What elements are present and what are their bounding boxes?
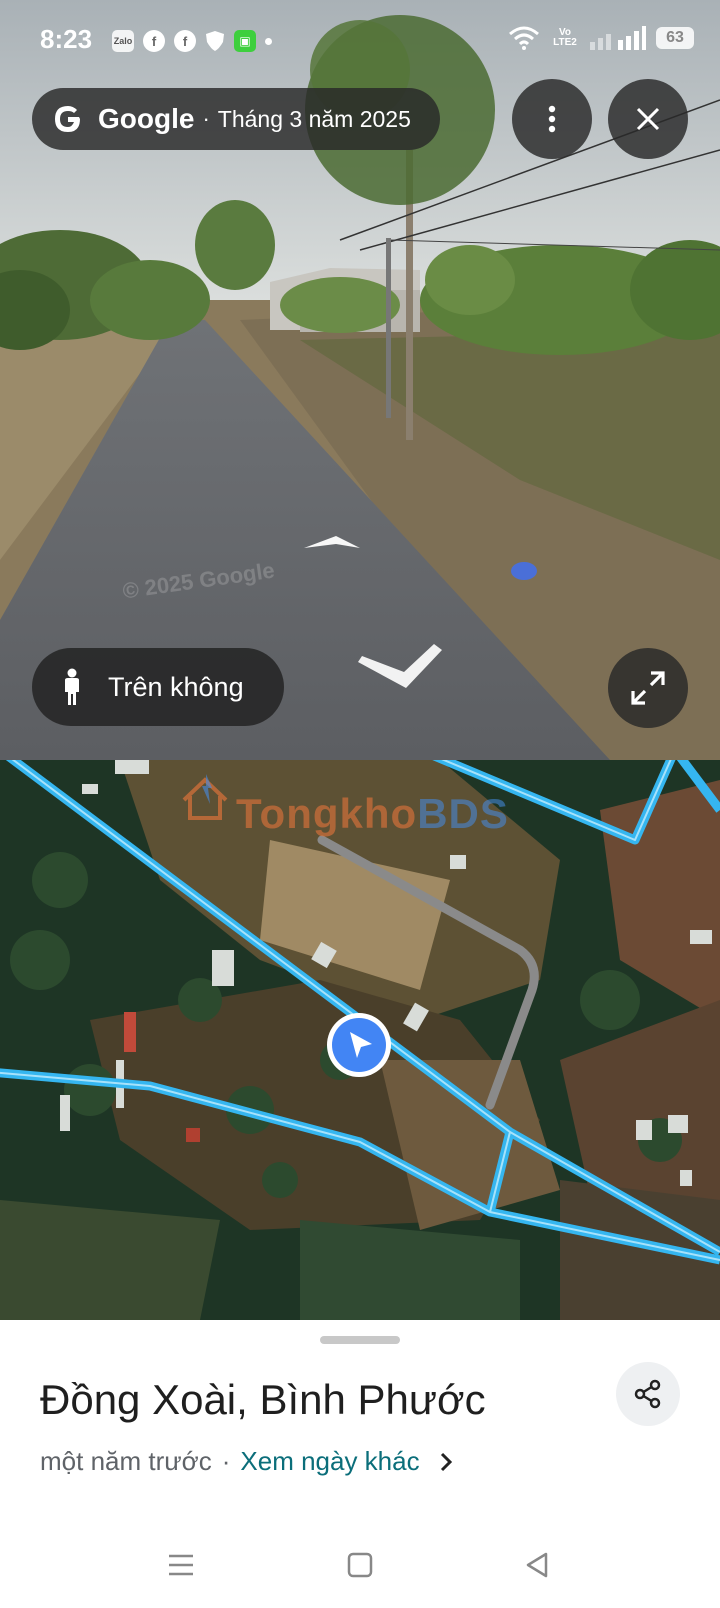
notification-icons: Zalo f f ▣ — [112, 30, 272, 52]
close-icon — [636, 107, 660, 131]
aerial-view-button[interactable]: Trên không — [32, 648, 284, 726]
capture-age: một năm trước — [40, 1446, 212, 1476]
status-time: 8:23 — [40, 24, 93, 54]
more-vert-icon — [548, 105, 556, 133]
gift-icon: ▣ — [234, 30, 256, 52]
close-button[interactable] — [608, 79, 688, 159]
system-navigation-bar — [0, 1540, 720, 1600]
watermark-part-b: BDS — [417, 790, 509, 837]
separator: · — [202, 106, 210, 131]
imagery-date-chip[interactable]: Google · Tháng 3 năm 2025 — [32, 88, 440, 150]
facebook-icon: f — [174, 30, 196, 52]
zalo-icon: Zalo — [112, 30, 134, 52]
tongkho-watermark: TongkhoBDS — [184, 790, 509, 838]
chevron-right-icon[interactable] — [438, 1451, 454, 1473]
status-bar: 8:23 Zalo f f ▣ Vo LTE2 63 — [0, 0, 720, 80]
signal-icon — [590, 26, 646, 50]
facebook-icon: f — [143, 30, 165, 52]
date-info-row: một năm trước · Xem ngày khác — [40, 1446, 454, 1477]
drag-handle[interactable] — [320, 1336, 400, 1344]
back-icon[interactable] — [522, 1550, 552, 1580]
share-button[interactable] — [616, 1362, 680, 1426]
expand-icon — [631, 671, 665, 705]
current-location-marker[interactable] — [324, 1010, 394, 1080]
more-notifications-dot — [265, 37, 272, 45]
separator-dot: · — [221, 1446, 231, 1476]
aerial-view-label: Trên không — [108, 671, 244, 702]
pegman-icon — [65, 668, 79, 705]
capture-date: Tháng 3 năm 2025 — [217, 105, 411, 132]
street-view-panorama[interactable]: © 2025 Google 8:23 Zalo f f ▣ Vo LTE2 63… — [0, 0, 720, 760]
watermark-part-a: Tongkho — [236, 790, 418, 837]
system-icons: Vo LTE2 63 — [508, 26, 694, 50]
see-other-dates-link[interactable]: Xem ngày khác — [240, 1446, 419, 1477]
google-brand: Google — [98, 103, 195, 134]
volte-indicator: Vo LTE2 — [553, 27, 577, 48]
place-bottom-sheet[interactable]: Đồng Xoài, Bình Phước một năm trước · Xe… — [0, 1322, 720, 1608]
wifi-icon — [509, 26, 539, 50]
shield-icon — [206, 31, 224, 51]
google-g-icon — [55, 106, 80, 132]
share-icon — [634, 1379, 661, 1409]
fullscreen-button[interactable] — [608, 648, 688, 728]
more-options-button[interactable] — [512, 79, 592, 159]
satellite-map[interactable]: TongkhoBDS — [0, 760, 720, 1320]
home-icon[interactable] — [345, 1550, 375, 1580]
recent-apps-icon[interactable] — [166, 1550, 196, 1580]
battery-level: 63 — [656, 27, 694, 49]
place-title: Đồng Xoài, Bình Phước — [40, 1376, 486, 1423]
